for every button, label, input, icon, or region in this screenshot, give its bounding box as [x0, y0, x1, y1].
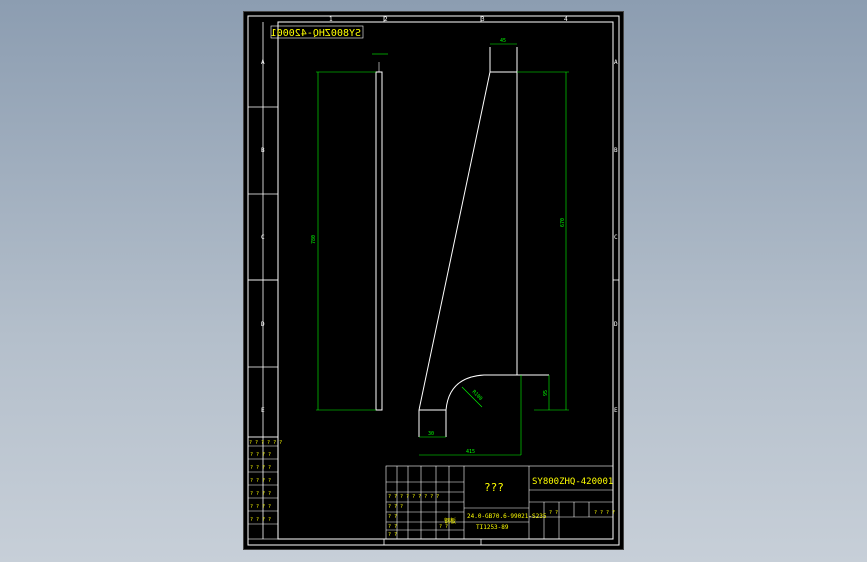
title-block-name: ??? — [484, 481, 504, 494]
svg-text:? ?: ? ? — [549, 510, 558, 516]
svg-text:? ? ? ?: ? ? ? ? — [250, 478, 271, 484]
svg-text:? ? ? ? ? ?: ? ? ? ? ? ? — [249, 440, 282, 446]
svg-text:? ?: ? ? — [388, 524, 397, 530]
svg-text:E: E — [614, 407, 618, 414]
outer-border — [247, 15, 620, 546]
svg-text:? ? ? ?: ? ? ? ? — [250, 452, 271, 458]
grid-number-2: 2 — [384, 16, 388, 23]
dim-radius: R100 — [471, 389, 484, 402]
grid-number-1: 1 — [329, 16, 333, 23]
zone-letter-d: D — [261, 321, 265, 328]
grid-number-3: 3 — [481, 16, 485, 23]
svg-text:? ?: ? ? — [388, 514, 397, 520]
material-line-2: TI1253-89 — [476, 524, 509, 531]
main-dim-labels: 45 670 95 415 30 R100 — [428, 38, 566, 455]
material-line-1: 24.0-GB70.6-99021-S235 — [467, 513, 547, 520]
left-table-markers: ? ? ? ? ? ? ? ? ? ? ? ? ? ? ? ? ? ? ? ? … — [249, 440, 282, 523]
right-zone-letters: A B C D E — [614, 59, 618, 414]
main-plate-profile[interactable] — [418, 47, 549, 437]
svg-text:? ? ? ? ? ? ? ? ?: ? ? ? ? ? ? ? ? ? — [388, 494, 439, 500]
dim-rect-height-label: 780 — [311, 235, 317, 244]
inner-frame — [277, 21, 614, 540]
zone-letter-e: E — [261, 407, 265, 414]
zone-letter-a: A — [261, 59, 265, 66]
title-block-code: SY800ZHQ-420001 — [532, 477, 613, 487]
dim-bottom-small: 30 — [428, 431, 434, 437]
drawing-sheet[interactable]: 1 2 3 4 A B C D E A B C D E ? ? ? ? ? ? … — [244, 12, 623, 549]
top-grid-ticks — [248, 16, 619, 545]
svg-text:A: A — [614, 59, 618, 66]
mirrored-title: SY800ZHQ-420001 — [271, 28, 361, 39]
zone-letter-b: B — [261, 147, 265, 154]
svg-text:? ? ?: ? ? ? — [388, 504, 403, 510]
dim-top-width: 45 — [500, 38, 506, 44]
dim-plate-height: 670 — [560, 218, 566, 227]
dim-right-low: 95 — [543, 390, 549, 396]
grid-number-4: 4 — [564, 16, 568, 23]
svg-text:C: C — [614, 234, 618, 241]
svg-text:? ? ? ?: ? ? ? ? — [250, 504, 271, 510]
svg-text:D: D — [614, 321, 618, 328]
dim-bottom-width: 415 — [466, 449, 475, 455]
part-label: 钢板 — [444, 517, 456, 525]
zone-letter-c: C — [261, 234, 265, 241]
svg-text:? ? ? ?: ? ? ? ? — [594, 510, 615, 516]
svg-text:? ?: ? ? — [388, 532, 397, 538]
mirrored-title-box: SY800ZHQ-420001 — [271, 25, 364, 39]
dim-rect-height — [316, 71, 376, 411]
svg-text:? ? ? ?: ? ? ? ? — [250, 465, 271, 471]
svg-text:? ? ? ?: ? ? ? ? — [250, 491, 271, 497]
left-zone-strip — [248, 22, 278, 539]
svg-text:B: B — [614, 147, 618, 154]
side-plate-view[interactable] — [372, 53, 388, 411]
svg-text:? ? ? ?: ? ? ? ? — [250, 517, 271, 523]
